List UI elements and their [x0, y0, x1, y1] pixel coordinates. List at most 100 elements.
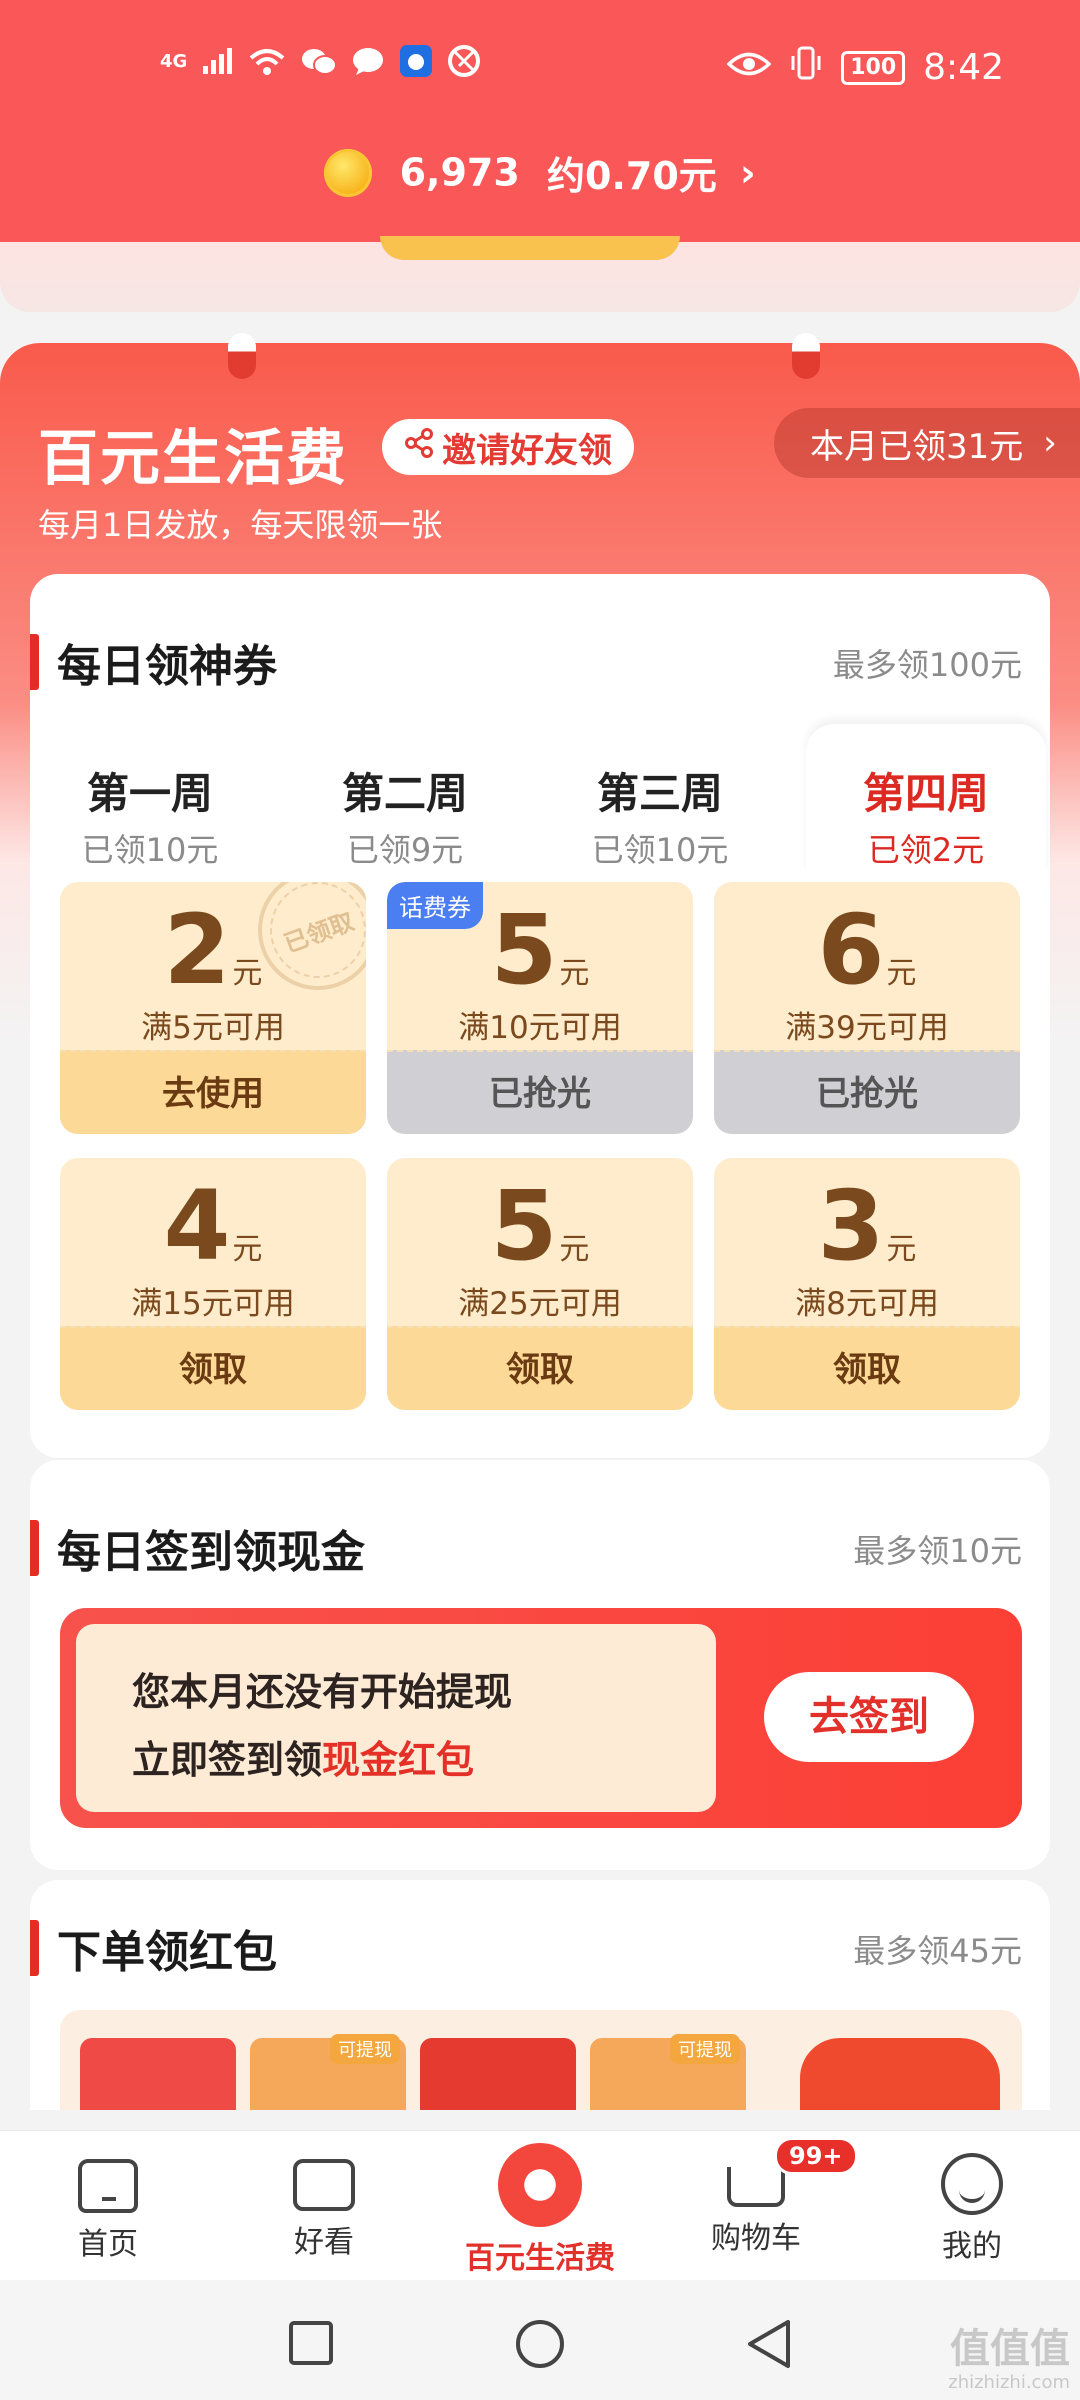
coupon-card: 话费券 5元 满10元可用 已抢光: [387, 882, 693, 1134]
nav-label: 购物车: [711, 2221, 801, 2256]
banner-decoration: [380, 236, 680, 260]
status-bar: 4G 100 8:42: [0, 40, 1080, 100]
claim-coupon-button[interactable]: 领取: [714, 1326, 1020, 1410]
coupon-card: 4元 满15元可用 领取: [60, 1158, 366, 1410]
home-icon: [78, 2159, 138, 2213]
section-title: 下单领红包: [57, 1927, 277, 1978]
coin-value: 约0.70元: [547, 154, 717, 198]
coupon-condition: 满15元可用: [131, 1286, 295, 1322]
cart-count-badge: 99+: [774, 2137, 858, 2175]
red-packet-strip: 可提现 可提现: [60, 2010, 1022, 2110]
order-action-button[interactable]: [800, 2038, 1000, 2110]
back-icon[interactable]: [744, 2318, 794, 2370]
red-packet-card[interactable]: 可提现: [250, 2034, 406, 2110]
coupon-amount: 2元: [163, 894, 263, 1006]
nav-cart[interactable]: 99+ 购物车: [648, 2131, 864, 2281]
sign-in-line-1: 您本月还没有开始提现: [132, 1670, 513, 1714]
coupon-condition: 满8元可用: [795, 1286, 939, 1322]
home-button-icon[interactable]: [514, 2318, 566, 2370]
red-envelope-icon: [498, 2143, 582, 2227]
top-banner-remnant: [0, 236, 1080, 312]
eye-icon: [726, 48, 772, 88]
coupon-card: 5元 满25元可用 领取: [387, 1158, 693, 1410]
tab-week-2[interactable]: 第二周 已领9元: [285, 724, 525, 874]
week-value: 已领9元: [346, 831, 464, 869]
claim-coupon-button[interactable]: 领取: [387, 1326, 693, 1410]
battery-icon: 100: [841, 50, 906, 85]
vibrate-icon: [789, 46, 823, 89]
nav-label: 首页: [78, 2227, 138, 2262]
nav-home[interactable]: 首页: [0, 2131, 216, 2281]
sign-in-button[interactable]: 去签到: [764, 1672, 974, 1762]
hero-title: 百元生活费: [38, 424, 348, 494]
chevron-right-icon: ›: [740, 150, 756, 195]
share-icon: [404, 427, 434, 467]
wechat-icon: [301, 46, 338, 76]
nav-profile[interactable]: 我的: [864, 2131, 1080, 2281]
tab-week-1[interactable]: 第一周 已领10元: [30, 724, 270, 874]
section-accent-bar: [30, 1520, 39, 1576]
coupon-amount: 5元: [490, 1170, 590, 1282]
sign-in-panel: 每日签到领现金 最多领10元 您本月还没有开始提现 立即签到领现金红包 去签到: [30, 1460, 1050, 1870]
watermark-logo: 值值值: [950, 2326, 1070, 2372]
app-notification-icon: [399, 44, 433, 78]
section-accent-bar: [30, 634, 39, 690]
nav-label: 好看: [294, 2225, 354, 2260]
browser-icon: [447, 44, 481, 78]
month-claimed-button[interactable]: 本月已领31元 ›: [774, 408, 1080, 478]
week-name: 第一周: [86, 769, 213, 818]
invite-label: 邀请好友领: [442, 430, 612, 471]
nav-living-expense[interactable]: 百元生活费: [432, 2131, 648, 2281]
daily-coupons-panel: 每日领神券 最多领100元 第一周 已领10元 第二周 已领9元 第三周 已领1…: [30, 574, 1050, 1458]
order-red-packet-panel: 下单领红包 最多领45元 可提现 可提现: [30, 1880, 1050, 2110]
coupon-condition: 满5元可用: [141, 1010, 285, 1046]
recent-apps-icon[interactable]: [286, 2318, 336, 2368]
sign-in-line-2: 立即签到领现金红包: [132, 1738, 475, 1782]
coin-icon: [324, 148, 373, 197]
wifi-icon: [247, 46, 287, 76]
message-icon: [351, 46, 385, 76]
clock: 8:42: [923, 47, 1004, 88]
section-title: 每日签到领现金: [57, 1527, 365, 1578]
week-name: 第三周: [596, 769, 723, 818]
claim-coupon-button[interactable]: 领取: [60, 1326, 366, 1410]
red-packet-card[interactable]: [420, 2038, 576, 2110]
signal-icon: [201, 46, 233, 76]
cash-red-packet-highlight: 现金红包: [322, 1738, 475, 1782]
pin-right-decoration: [792, 333, 820, 379]
section-max: 最多领10元: [853, 1532, 1022, 1570]
week-value: 已领2元: [867, 831, 985, 869]
sold-out-button: 已抢光: [387, 1050, 693, 1134]
coupon-card: 3元 满8元可用 领取: [714, 1158, 1020, 1410]
coupon-amount: 6元: [817, 894, 917, 1006]
red-packet-card[interactable]: 可提现: [590, 2034, 746, 2110]
system-navigation-bar: [0, 2280, 1080, 2400]
section-accent-bar: [30, 1920, 39, 1976]
week-name: 第二周: [341, 769, 468, 818]
week-name: 第四周: [862, 769, 989, 818]
invite-friends-button[interactable]: 邀请好友领: [382, 419, 634, 475]
bottom-navigation: 首页 好看 百元生活费 99+ 购物车 我的: [0, 2130, 1080, 2280]
hero-description: 每月1日发放，每天限领一张: [38, 506, 443, 544]
watermark-url: zhizhizhi.com: [948, 2372, 1070, 2393]
nav-label: 百元生活费: [465, 2241, 615, 2276]
coupon-card: 已领取 2元 满5元可用 去使用: [60, 882, 366, 1134]
week-value: 已领10元: [591, 831, 729, 869]
pin-left-decoration: [228, 333, 256, 379]
coupon-condition: 满10元可用: [458, 1010, 622, 1046]
withdrawable-tag: 可提现: [670, 2034, 740, 2064]
month-claimed-label: 本月已领31元: [810, 426, 1024, 467]
nav-video[interactable]: 好看: [216, 2131, 432, 2281]
chevron-right-icon: ›: [1043, 423, 1057, 463]
tab-week-3[interactable]: 第三周 已领10元: [540, 724, 780, 874]
coupon-amount: 4元: [163, 1170, 263, 1282]
red-packet-card[interactable]: [80, 2038, 236, 2110]
section-title: 每日领神券: [57, 641, 277, 692]
top-header: 4G 100 8:42 6,973 约0.70元 ›: [0, 0, 1080, 242]
network-indicator: 4G: [160, 50, 188, 72]
coupon-condition: 满39元可用: [785, 1010, 949, 1046]
use-coupon-button[interactable]: 去使用: [60, 1050, 366, 1134]
coupon-amount: 3元: [817, 1170, 917, 1282]
coin-balance[interactable]: 6,973 约0.70元 ›: [0, 145, 1080, 200]
tab-week-4[interactable]: 第四周 已领2元: [806, 724, 1046, 874]
